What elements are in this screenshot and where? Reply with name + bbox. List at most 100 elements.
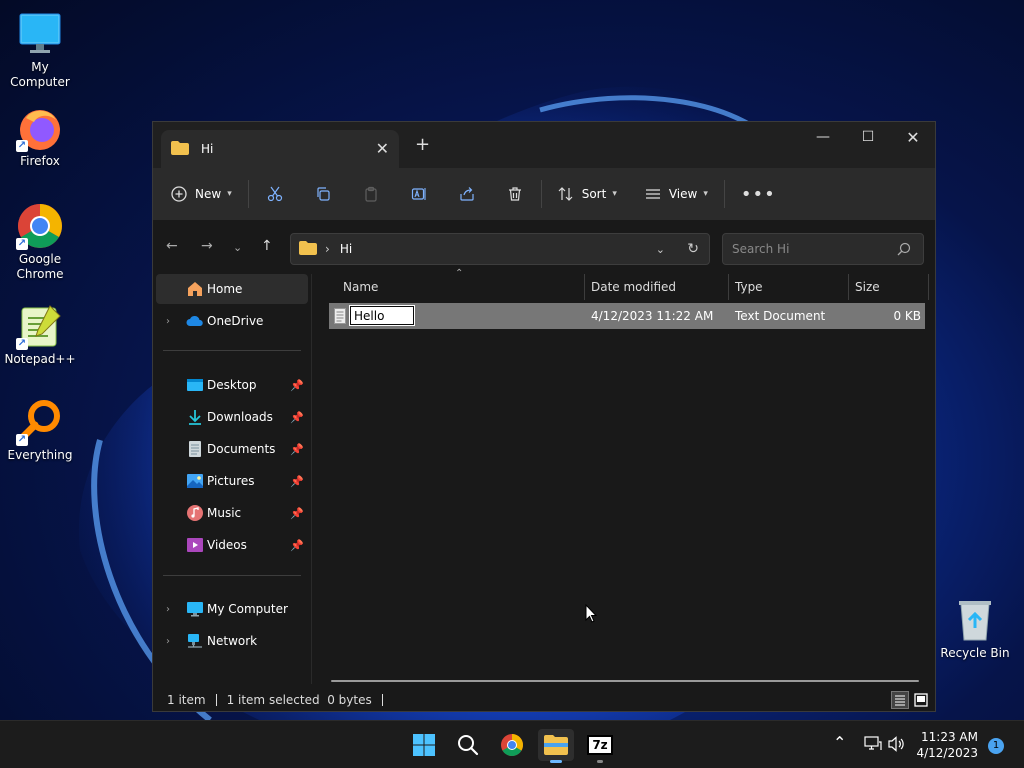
rename-icon bbox=[411, 188, 426, 200]
expand-chevron-icon[interactable]: › bbox=[166, 316, 170, 327]
view-button-label: View bbox=[668, 187, 698, 201]
desktop-icon-chrome[interactable]: ↗ Google Chrome bbox=[0, 202, 80, 282]
breadcrumb-hi[interactable]: Hi bbox=[340, 242, 352, 256]
desktop-icon-everything[interactable]: ↗ Everything bbox=[0, 398, 80, 463]
share-icon bbox=[460, 187, 474, 201]
chrome-icon bbox=[501, 734, 523, 756]
paste-button[interactable] bbox=[363, 178, 379, 210]
desktop-icon-firefox[interactable]: ↗ Firefox bbox=[0, 104, 80, 169]
search-button[interactable] bbox=[450, 729, 486, 761]
running-indicator bbox=[597, 760, 603, 763]
column-header-type[interactable]: Type bbox=[735, 274, 763, 300]
more-options-button[interactable]: ••• bbox=[741, 178, 776, 210]
system-clock[interactable]: 11:23 AM 4/12/2023 bbox=[916, 729, 978, 761]
rename-input[interactable] bbox=[349, 305, 415, 326]
clock-time: 11:23 AM bbox=[921, 730, 978, 744]
sidebar-item-label: Music bbox=[207, 506, 242, 520]
clock-date: 4/12/2023 bbox=[916, 746, 978, 760]
sidebar-item-label: Videos bbox=[207, 538, 247, 552]
notification-badge[interactable]: 1 bbox=[988, 738, 1004, 754]
sidebar-item-network[interactable]: › Network bbox=[156, 626, 308, 656]
search-icon bbox=[458, 735, 479, 756]
horizontal-scrollbar[interactable] bbox=[331, 680, 919, 682]
new-button-label: New bbox=[195, 187, 222, 201]
start-button[interactable] bbox=[406, 729, 442, 761]
pin-icon[interactable]: 📌 bbox=[290, 475, 304, 488]
search-box[interactable]: Search Hi bbox=[722, 233, 924, 265]
pin-icon[interactable]: 📌 bbox=[290, 379, 304, 392]
taskbar-chrome-button[interactable] bbox=[494, 729, 530, 761]
sort-ascending-chevron-icon: ⌃ bbox=[455, 268, 464, 279]
sidebar-item-documents[interactable]: Documents 📌 bbox=[156, 434, 308, 464]
pin-icon[interactable]: 📌 bbox=[290, 539, 304, 552]
sidebar-item-videos[interactable]: Videos 📌 bbox=[156, 530, 308, 560]
rename-button[interactable] bbox=[411, 178, 427, 210]
taskbar-7zip-button[interactable]: 7z bbox=[582, 729, 618, 763]
breadcrumb-separator[interactable]: › bbox=[325, 242, 330, 256]
sidebar-item-onedrive[interactable]: › OneDrive bbox=[156, 306, 308, 336]
tab-hi[interactable]: Hi ✕ bbox=[161, 130, 399, 168]
desktop-icon-notepadpp[interactable]: ↗ Notepad++ bbox=[0, 302, 80, 367]
pin-icon[interactable]: 📌 bbox=[290, 411, 304, 424]
desktop-icon-label: Notepad++ bbox=[4, 352, 76, 366]
taskbar-file-explorer-button[interactable] bbox=[538, 729, 574, 763]
sidebar-item-my-computer[interactable]: › My Computer bbox=[156, 594, 308, 624]
forward-arrow-icon[interactable]: → bbox=[201, 238, 213, 254]
expand-chevron-icon[interactable]: › bbox=[166, 604, 170, 615]
column-separator[interactable] bbox=[848, 274, 849, 300]
toolbar-divider bbox=[540, 180, 542, 208]
up-arrow-icon[interactable]: ↑ bbox=[261, 238, 273, 254]
table-row[interactable]: 4/12/2023 11:22 AM Text Document 0 KB bbox=[329, 303, 925, 329]
sort-icon bbox=[558, 187, 573, 201]
column-header-size[interactable]: Size bbox=[855, 274, 880, 300]
new-tab-button[interactable]: + bbox=[415, 134, 430, 155]
pin-icon[interactable]: 📌 bbox=[290, 507, 304, 520]
volume-icon[interactable] bbox=[888, 736, 906, 755]
back-arrow-icon[interactable]: ← bbox=[166, 238, 178, 254]
video-icon bbox=[186, 536, 204, 554]
sidebar-item-label: My Computer bbox=[207, 602, 288, 616]
address-bar[interactable]: › Hi ⌄ ↻ bbox=[290, 233, 710, 265]
sidebar-item-music[interactable]: Music 📌 bbox=[156, 498, 308, 528]
tiles-view-icon[interactable] bbox=[913, 692, 929, 708]
show-hidden-icons-chevron-icon[interactable]: ⌃ bbox=[833, 733, 846, 752]
sidebar-item-desktop[interactable]: Desktop 📌 bbox=[156, 370, 308, 400]
network-status-icon[interactable] bbox=[864, 736, 882, 755]
title-bar[interactable]: Hi ✕ + — ☐ ✕ bbox=[153, 122, 935, 168]
chevron-down-icon: ▾ bbox=[227, 189, 232, 199]
copy-button[interactable] bbox=[315, 178, 331, 210]
sidebar-item-downloads[interactable]: Downloads 📌 bbox=[156, 402, 308, 432]
recent-locations-chevron-icon[interactable]: ⌄ bbox=[233, 241, 242, 254]
details-view-icon[interactable] bbox=[891, 691, 909, 709]
pin-icon[interactable]: 📌 bbox=[290, 443, 304, 456]
delete-button[interactable] bbox=[507, 178, 523, 210]
maximize-button[interactable]: ☐ bbox=[845, 122, 891, 152]
minimize-button[interactable]: — bbox=[800, 122, 846, 152]
desktop-folder-icon bbox=[186, 376, 204, 394]
sidebar-item-pictures[interactable]: Pictures 📌 bbox=[156, 466, 308, 496]
sidebar-item-home[interactable]: Home bbox=[156, 274, 308, 304]
address-dropdown-chevron-icon[interactable]: ⌄ bbox=[656, 243, 665, 256]
search-input[interactable]: Search Hi bbox=[732, 242, 789, 256]
new-button[interactable]: New ▾ bbox=[171, 178, 232, 210]
refresh-icon[interactable]: ↻ bbox=[687, 241, 699, 257]
folder-icon bbox=[299, 240, 317, 258]
share-button[interactable] bbox=[459, 178, 475, 210]
column-separator[interactable] bbox=[584, 274, 585, 300]
column-separator[interactable] bbox=[928, 274, 929, 300]
scissors-icon bbox=[267, 186, 282, 202]
expand-chevron-icon[interactable]: › bbox=[166, 636, 170, 647]
desktop-icon-my-computer[interactable]: My Computer bbox=[0, 10, 80, 90]
column-separator[interactable] bbox=[728, 274, 729, 300]
column-header-name[interactable]: Name bbox=[343, 274, 378, 300]
desktop-icon-recycle-bin[interactable]: Recycle Bin bbox=[935, 596, 1015, 661]
cut-button[interactable] bbox=[267, 178, 283, 210]
column-header-date[interactable]: Date modified bbox=[591, 274, 676, 300]
tab-close-icon[interactable]: ✕ bbox=[376, 139, 389, 158]
item-count: 1 item bbox=[167, 693, 206, 707]
sort-button[interactable]: Sort ▾ bbox=[558, 178, 617, 210]
close-window-button[interactable]: ✕ bbox=[890, 122, 936, 152]
view-button[interactable]: View ▾ bbox=[645, 178, 708, 210]
pane-divider[interactable] bbox=[311, 274, 312, 684]
selection-info: 1 item selected 0 bytes bbox=[226, 693, 372, 707]
